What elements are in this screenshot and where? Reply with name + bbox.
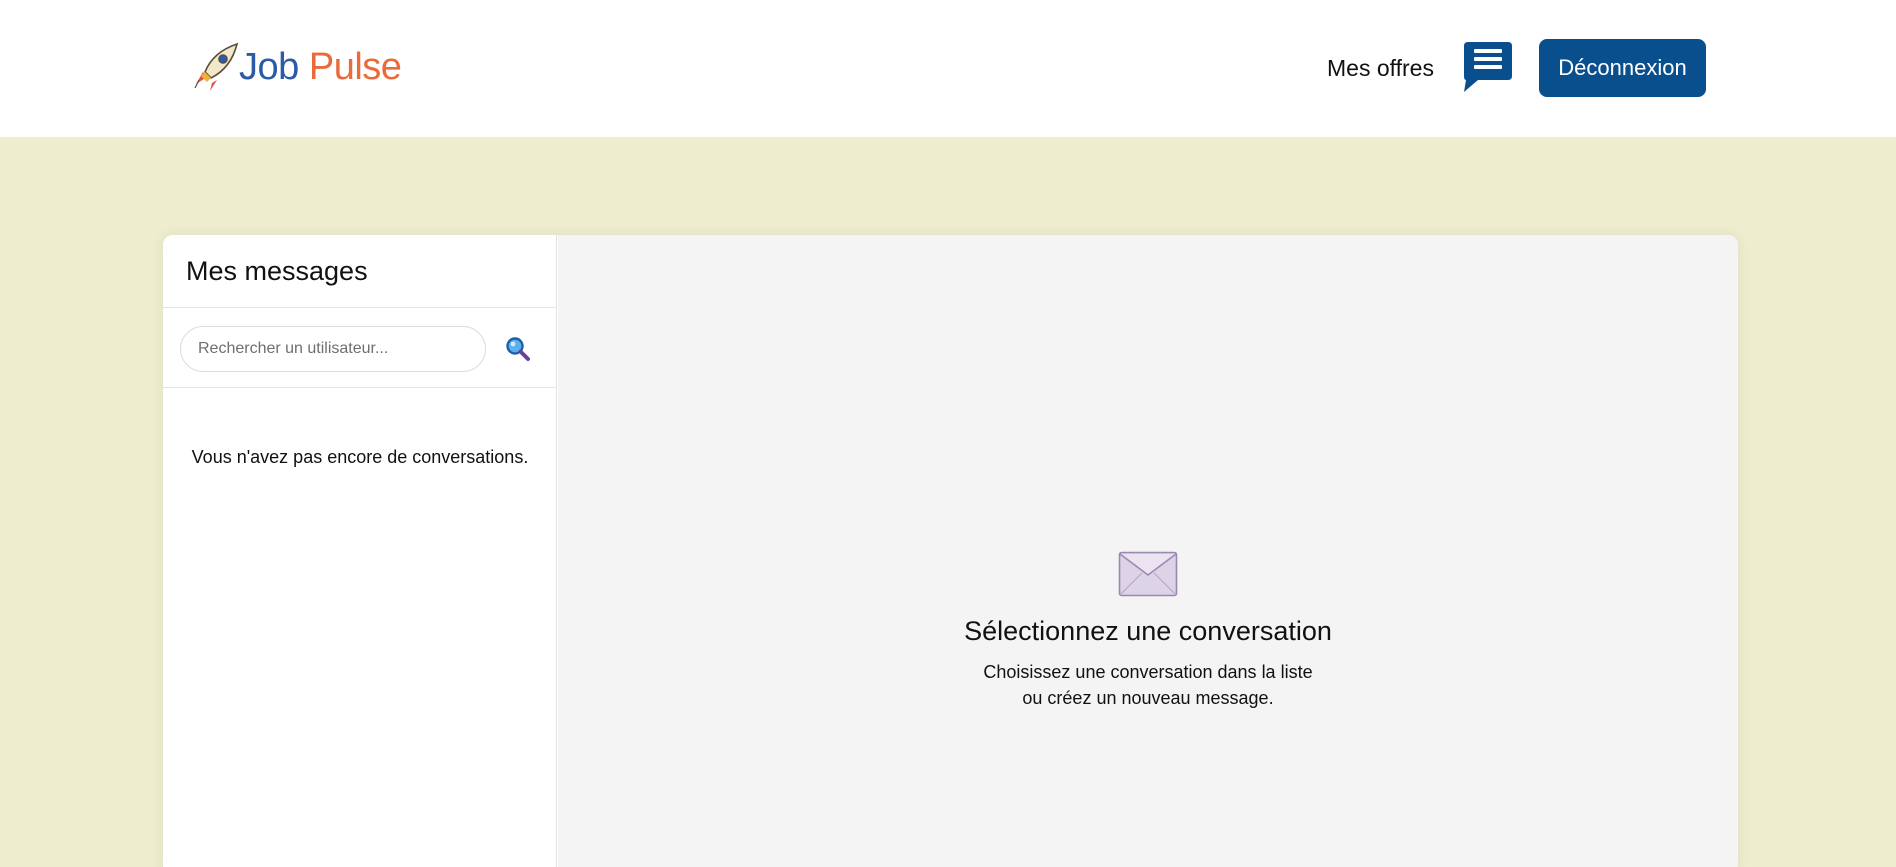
chat-bubble-icon	[1464, 42, 1512, 92]
search-user-input[interactable]	[180, 326, 486, 372]
envelope-icon	[1118, 551, 1178, 597]
logo-text-job: Job	[239, 46, 299, 88]
sidebar-title: Mes messages	[186, 256, 368, 286]
search-button[interactable]	[503, 334, 533, 364]
divider	[163, 387, 557, 388]
logo-text: Job Pulse	[239, 46, 402, 88]
logout-button[interactable]: Déconnexion	[1539, 39, 1706, 97]
search-icon	[506, 337, 530, 361]
logo-text-pulse: Pulse	[308, 46, 402, 88]
divider	[163, 307, 557, 308]
nav-my-offers-link[interactable]: Mes offres	[1327, 52, 1434, 84]
empty-conversations-text: Vous n'avez pas encore de conversations.	[191, 447, 529, 467]
rocket-icon	[194, 42, 239, 91]
select-conversation-title: Sélectionnez une conversation	[964, 616, 1332, 646]
messages-panel: Mes messages Vous n'avez pas encore de c…	[163, 235, 1738, 867]
conversation-main-area: Sélectionnez une conversation Choisissez…	[558, 235, 1738, 867]
subtitle-line-1: Choisissez une conversation dans la list…	[983, 662, 1313, 682]
top-header: Job Pulse Mes offres Déconnexion	[0, 0, 1896, 137]
chat-button[interactable]	[1462, 40, 1514, 92]
select-conversation-subtitle: Choisissez une conversation dans la list…	[558, 659, 1738, 711]
conversations-sidebar: Mes messages Vous n'avez pas encore de c…	[163, 235, 557, 867]
subtitle-line-2: ou créez un nouveau message.	[1022, 688, 1274, 708]
logo[interactable]: Job Pulse	[193, 42, 402, 92]
